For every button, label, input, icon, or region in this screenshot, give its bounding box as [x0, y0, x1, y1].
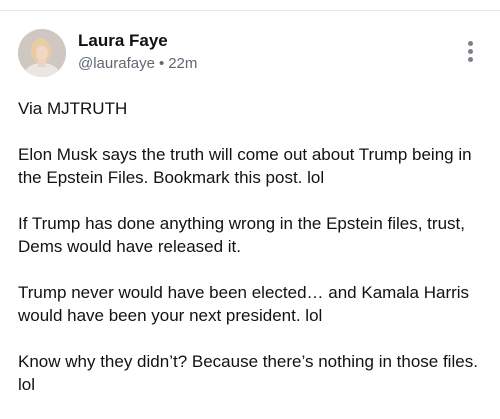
- avatar-image: [18, 29, 66, 77]
- post-paragraph: Trump never would have been elected… and…: [18, 283, 474, 325]
- avatar[interactable]: [18, 29, 66, 77]
- post-card: Laura Faye @laurafaye • 22m Via MJTRUTH El…: [0, 11, 500, 417]
- post-paragraph: Know why they didn’t? Because there’s no…: [18, 352, 483, 394]
- post-body: Via MJTRUTH Elon Musk says the truth wil…: [18, 97, 488, 419]
- post-paragraph: Via MJTRUTH: [18, 99, 128, 118]
- post-time[interactable]: 22m: [168, 55, 197, 72]
- post-paragraph: Elon Musk says the truth will come out a…: [18, 145, 477, 187]
- more-vertical-icon[interactable]: [460, 41, 480, 67]
- author-block: Laura Faye @laurafaye • 22m: [78, 31, 197, 74]
- author-display-name[interactable]: Laura Faye: [78, 31, 197, 51]
- meta-separator: •: [158, 55, 165, 72]
- post-paragraph: If Trump has done anything wrong in the …: [18, 214, 470, 256]
- author-meta: @laurafaye • 22m: [78, 54, 197, 74]
- author-handle[interactable]: @laurafaye: [78, 55, 155, 72]
